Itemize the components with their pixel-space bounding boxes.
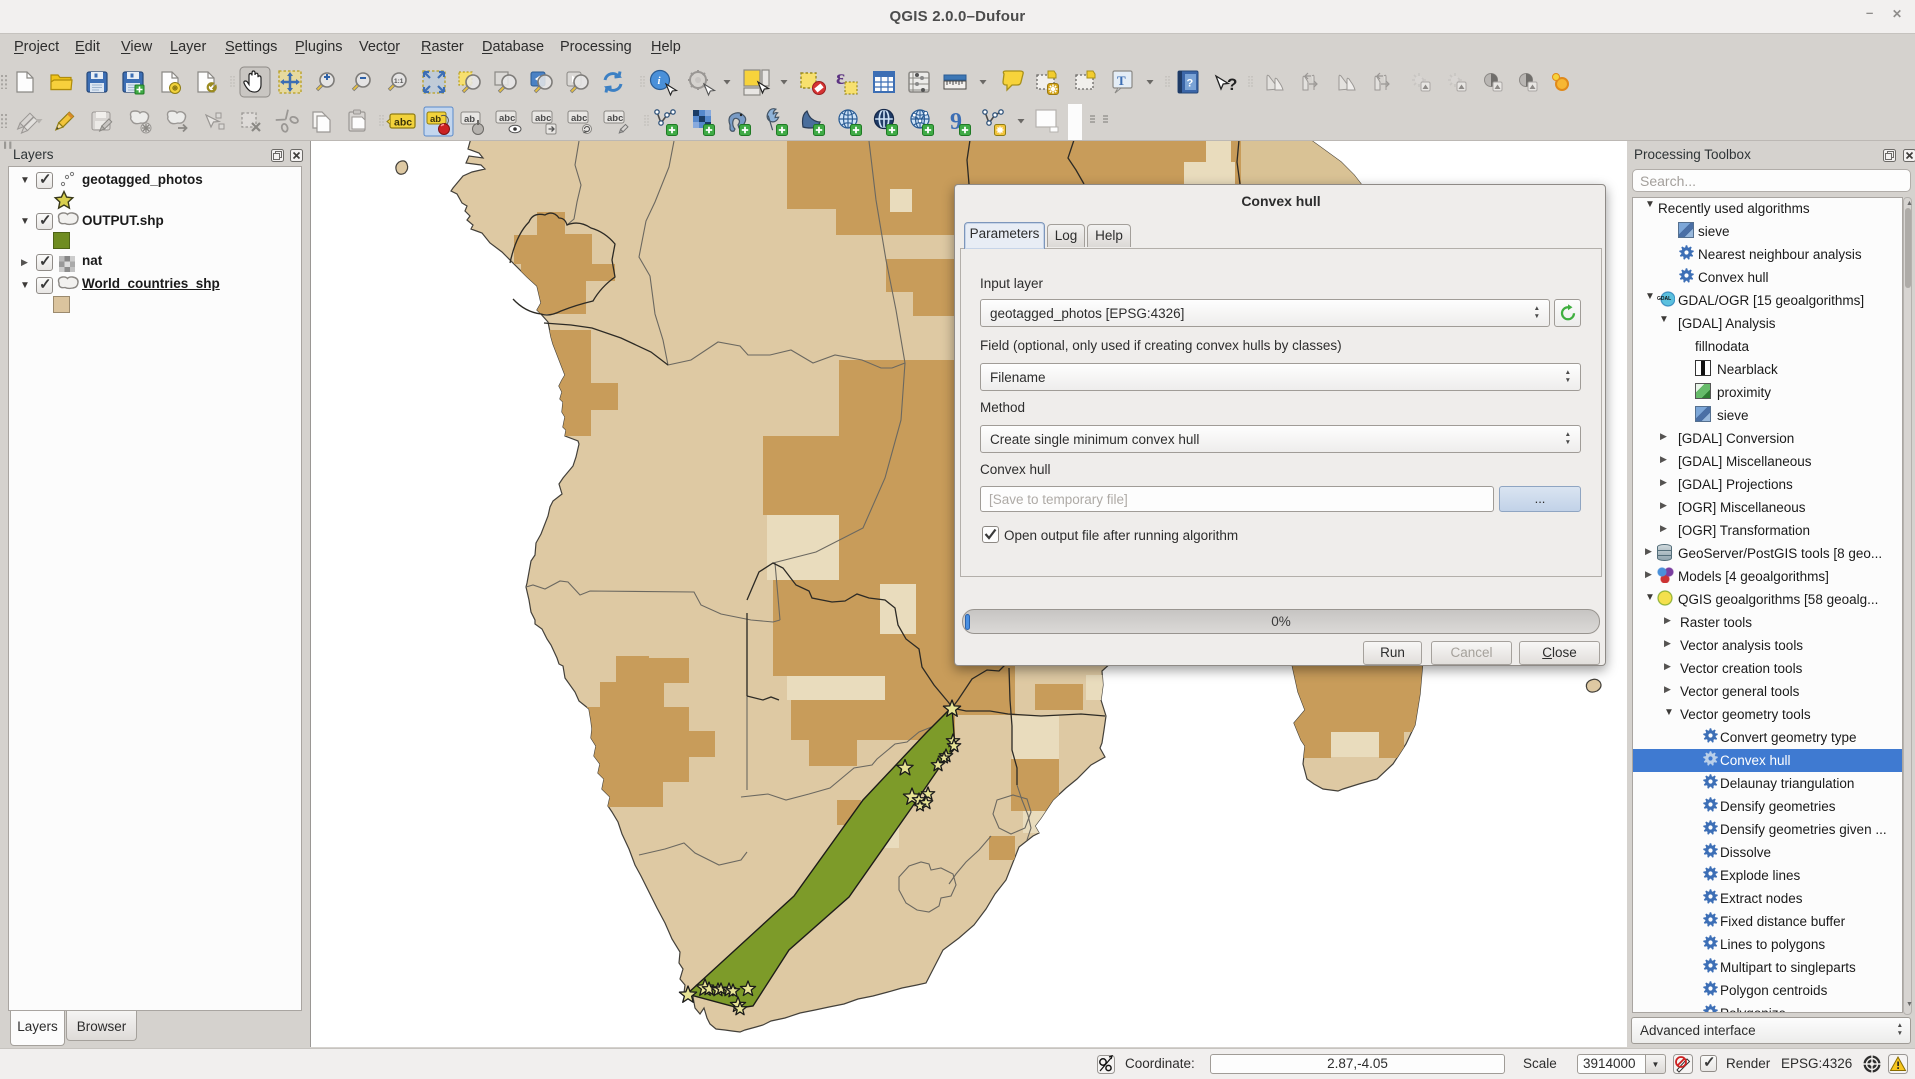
svg-text:abc: abc: [499, 113, 515, 124]
svg-text:abc: abc: [535, 113, 551, 124]
svg-text:?: ?: [1227, 75, 1237, 94]
svg-text:1:1: 1:1: [394, 78, 404, 85]
svg-text:ab: ab: [464, 114, 475, 125]
svg-text:ε: ε: [836, 65, 845, 89]
svg-text:abc: abc: [571, 113, 587, 124]
svg-text:T: T: [1117, 73, 1126, 88]
svg-text:abc: abc: [607, 113, 623, 124]
svg-text:ab: ab: [430, 114, 441, 125]
svg-text:?: ?: [1187, 78, 1194, 90]
svg-text:abc: abc: [394, 117, 412, 129]
